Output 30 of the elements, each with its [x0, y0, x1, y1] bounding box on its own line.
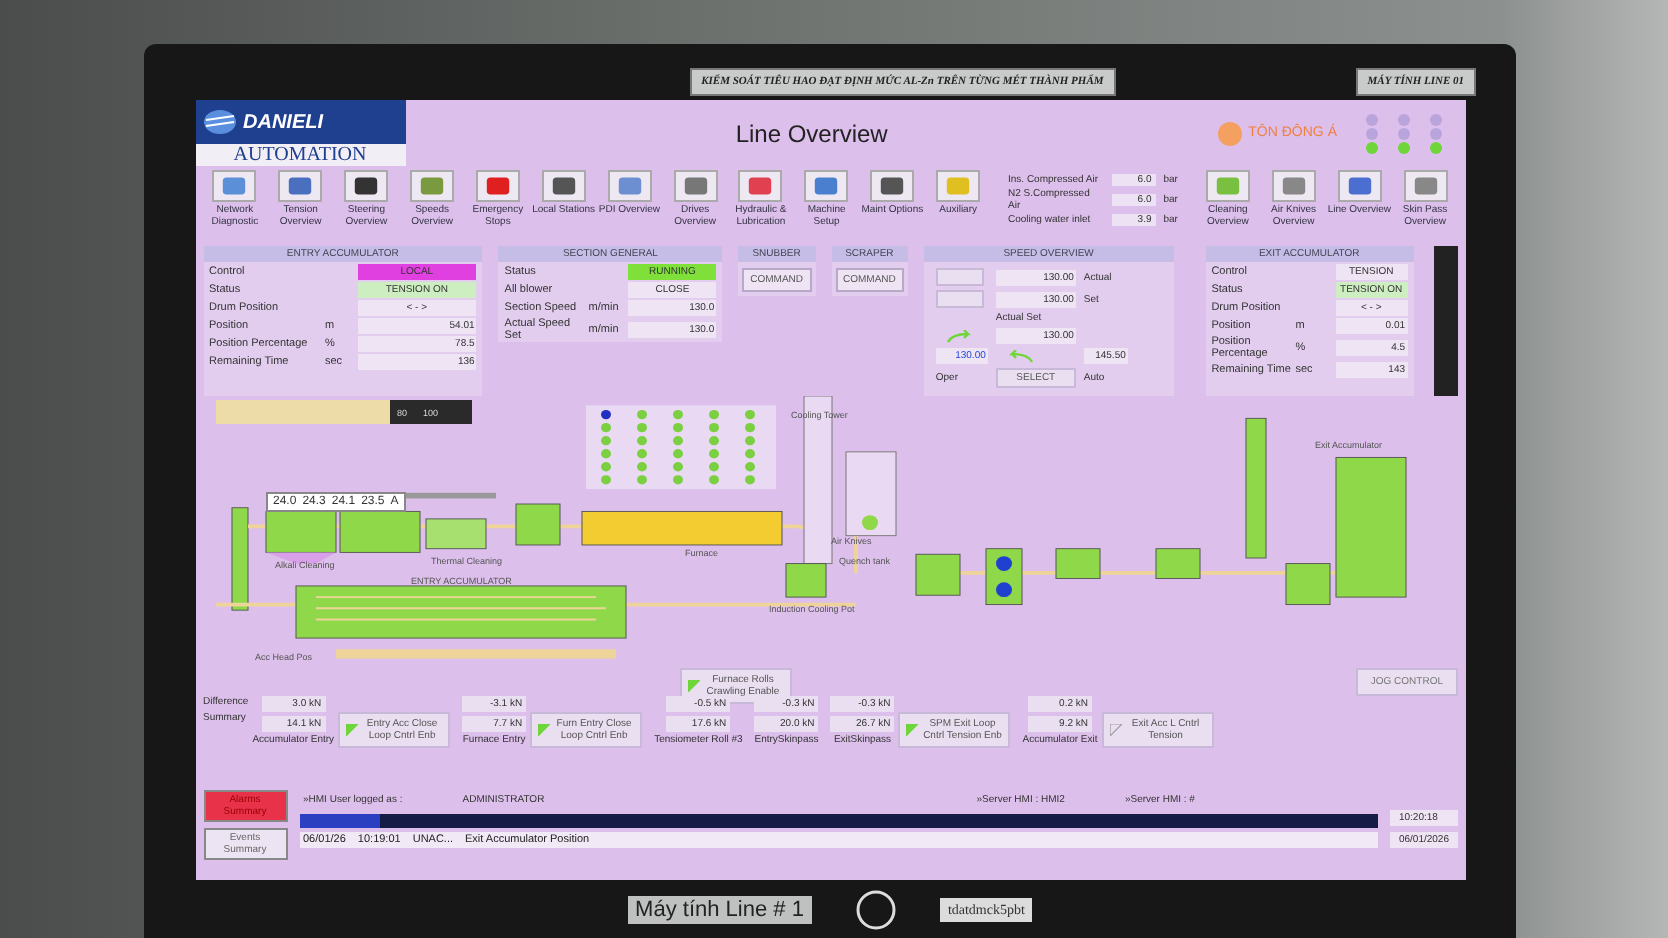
- tool-tile-icon: [738, 170, 783, 202]
- brand-subtitle: AUTOMATION: [195, 144, 405, 166]
- brand-name: DANIELI: [243, 111, 323, 133]
- tool-tile-icon: [1403, 170, 1448, 202]
- tool-tile-icon: [936, 170, 981, 202]
- flag-icon: [346, 724, 359, 736]
- flag-icon: [687, 680, 699, 692]
- speed-down-button[interactable]: [935, 290, 984, 308]
- screen-title: Line Overview: [733, 119, 890, 147]
- label-plate: Máy tính Line # 1: [627, 895, 812, 923]
- tool-tile-icon: [1271, 170, 1316, 202]
- flag-icon: [538, 724, 551, 736]
- tool-tile-icon: [607, 170, 652, 202]
- swoosh-logo-icon: [203, 110, 235, 134]
- sun-logo-icon: [1218, 121, 1243, 145]
- tool-tile-icon: [410, 170, 455, 202]
- tool-tile-icon: [278, 170, 323, 202]
- tool-tile-icon: [1337, 170, 1382, 202]
- tool-tile-icon: [1205, 170, 1250, 202]
- flag-icon: [1109, 724, 1122, 736]
- tool-tile-icon: [541, 170, 586, 202]
- tool-tile-icon: [344, 170, 389, 202]
- flag-icon: [906, 724, 919, 736]
- speed-up-button[interactable]: [935, 268, 984, 286]
- tool-tile-icon: [870, 170, 915, 202]
- tool-tile-icon: [804, 170, 849, 202]
- tool-tile-icon: [475, 170, 520, 202]
- tool-tile-icon: [673, 170, 718, 202]
- brand-logo-icon: [855, 889, 896, 929]
- tool-tile-icon: [212, 170, 257, 202]
